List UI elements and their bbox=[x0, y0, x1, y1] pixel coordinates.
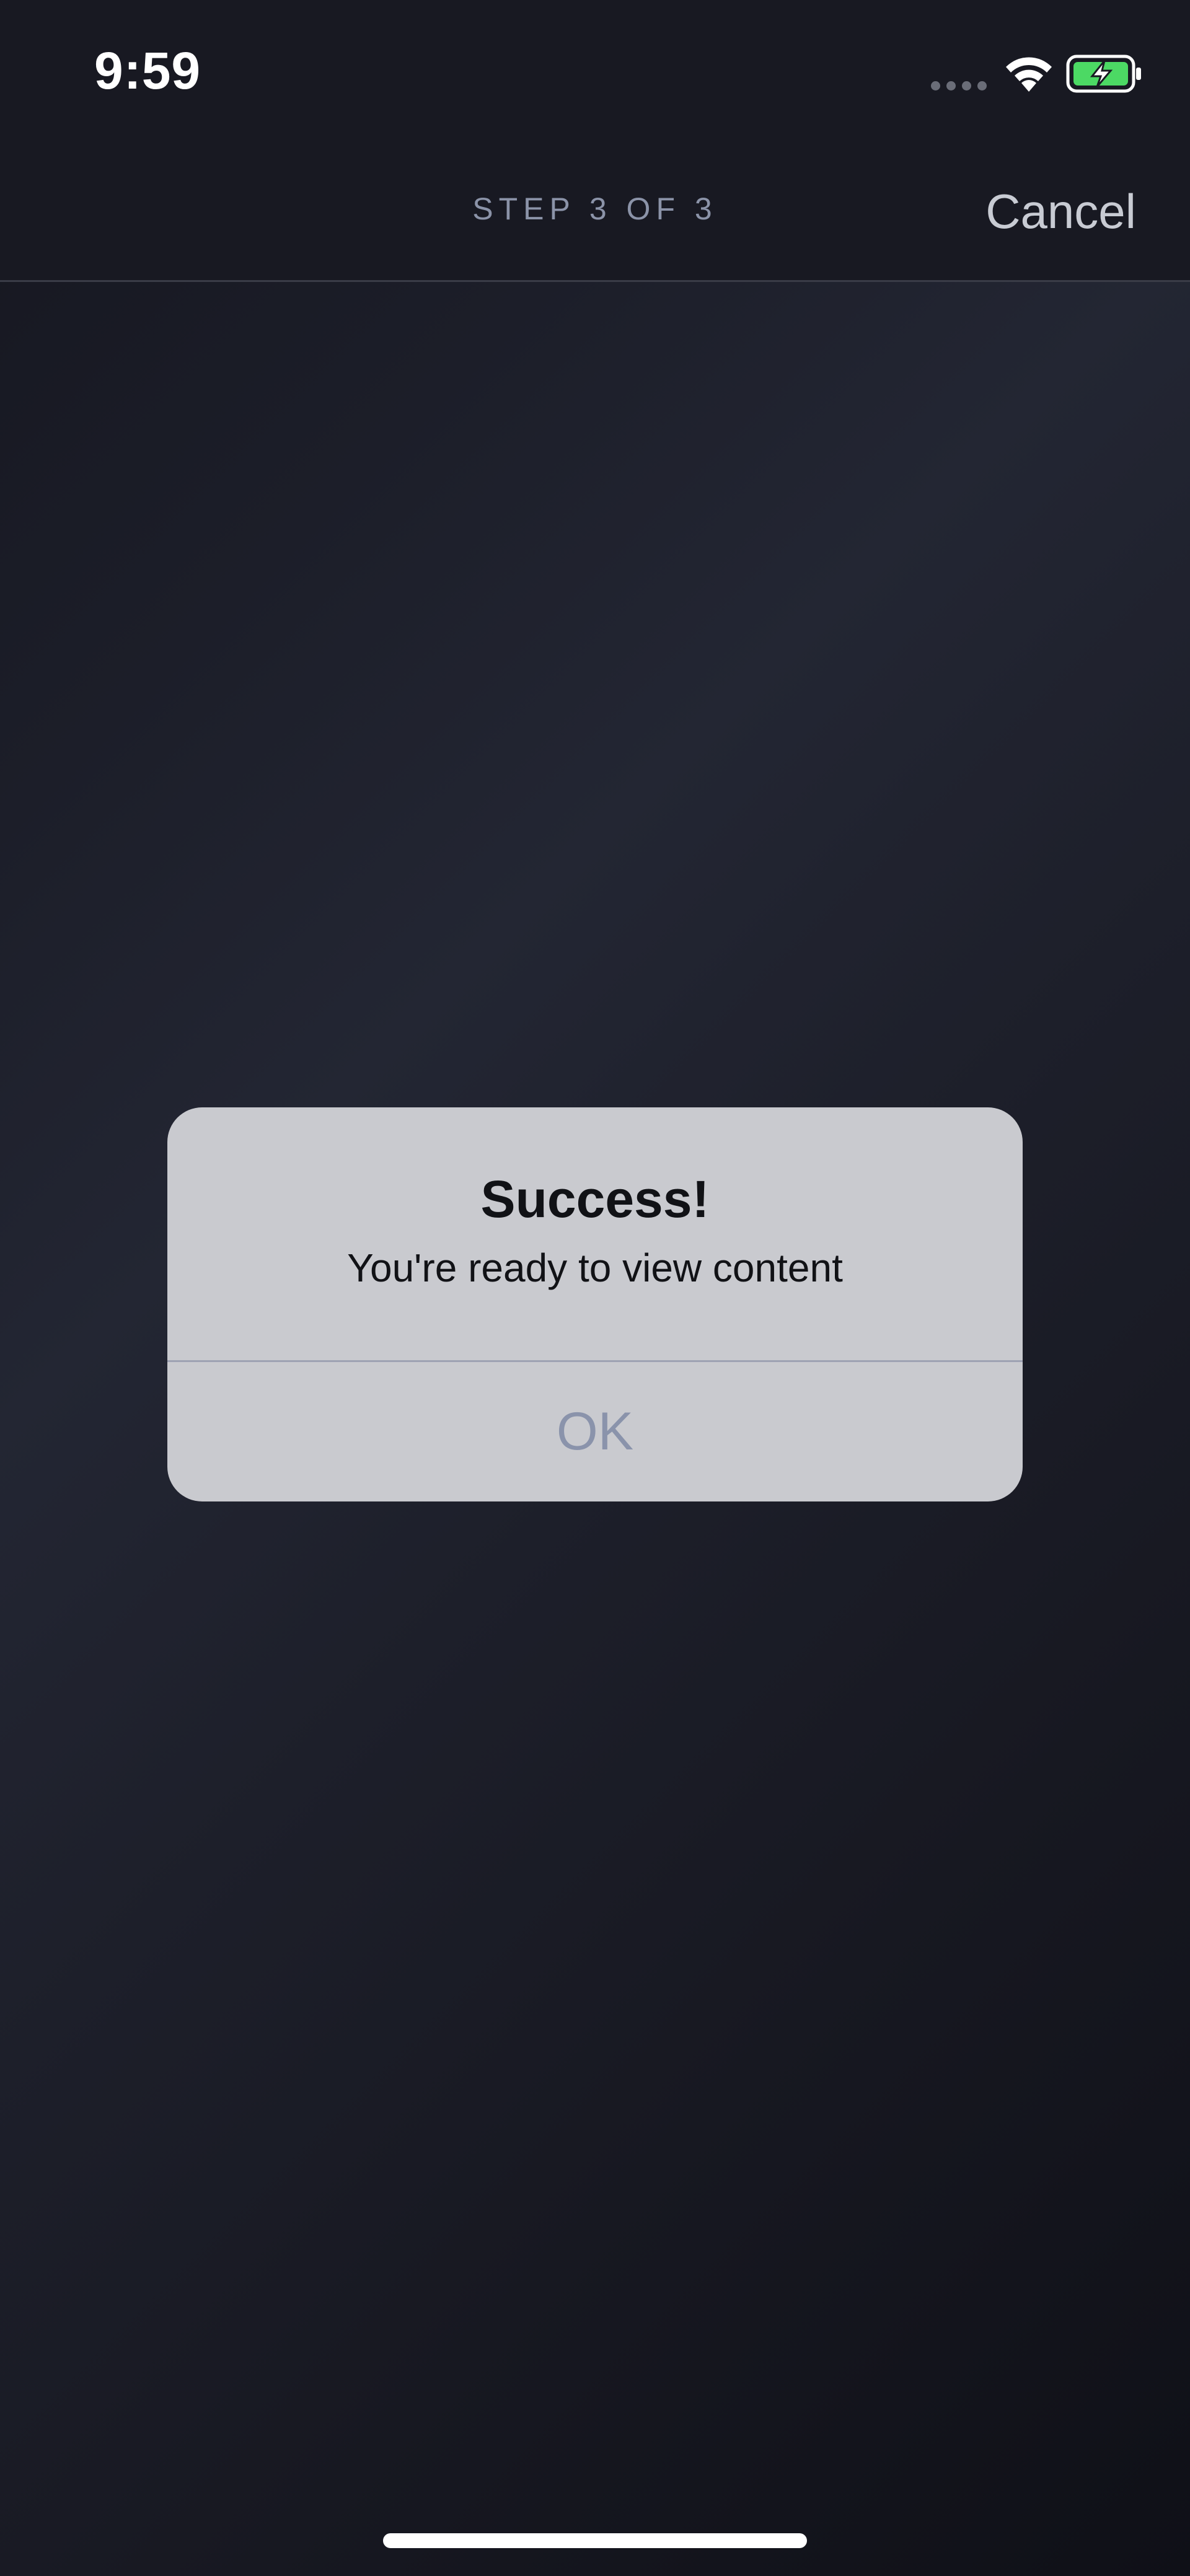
cancel-button[interactable]: Cancel bbox=[985, 183, 1136, 240]
alert-title: Success! bbox=[480, 1170, 710, 1228]
status-time: 9:59 bbox=[94, 42, 201, 100]
battery-charging-icon bbox=[1066, 55, 1141, 93]
wifi-icon bbox=[1006, 57, 1052, 92]
alert-message: You're ready to view content bbox=[347, 1246, 843, 1290]
success-alert-dialog: Success! You're ready to view content OK bbox=[167, 1107, 1023, 1501]
app-screen: 9:59 STEP 3 OF 3 Cancel Success! You're … bbox=[0, 0, 1190, 2576]
home-indicator[interactable] bbox=[383, 2533, 807, 2548]
status-bar: 9:59 bbox=[0, 0, 1190, 143]
cellular-signal-icon bbox=[931, 79, 988, 92]
navigation-bar: STEP 3 OF 3 Cancel bbox=[0, 143, 1190, 282]
ok-button[interactable]: OK bbox=[167, 1362, 1023, 1501]
